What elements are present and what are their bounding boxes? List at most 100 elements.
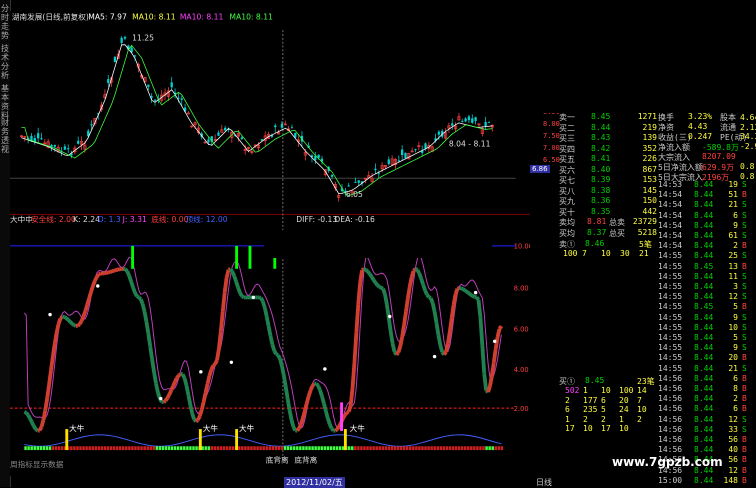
trend-band-segment [324,403,326,410]
tick-price: 8.44 [694,374,713,383]
signal-cell [214,446,216,450]
signal-cell [418,446,420,450]
trend-band-segment [288,399,290,410]
candle-body [354,182,356,183]
high-label: 11.25 [132,34,154,43]
tick-row[interactable]: 14:558.449S [658,343,682,352]
tick-volume: 6 [716,404,738,413]
tab-financial[interactable]: 财务透视 [0,118,10,154]
tick-row[interactable]: 14:568.4412S [658,415,682,424]
tick-price: 8.44 [694,200,713,209]
trend-band-segment [99,274,101,275]
tick-row[interactable]: 14:568.4433S [658,425,682,434]
signal-dot [96,284,99,287]
tick-price: 8.44 [694,425,713,434]
tick-row[interactable]: 14:548.4421S [658,200,682,209]
tick-row[interactable]: 14:558.443S [658,282,682,291]
tick-row[interactable]: 14:558.4421S [658,364,682,373]
watermark-text: www.7gpzb.com [612,455,723,469]
tick-row[interactable]: 14:558.449S [658,313,682,322]
signal-cell [204,446,206,450]
trend-band-segment [312,384,314,386]
book-row: 买二8.44219 [559,123,575,134]
tick-price: 8.44 [694,292,713,301]
tick-list[interactable]: 14:538.4419S14:548.4451B14:548.4421S 14:5… [656,180,756,487]
total-label: 买均 [559,229,575,238]
buy1-price: 8.45 [585,376,604,385]
stat-label: 5日净流入额 [658,163,703,172]
trend-band-segment [450,318,452,332]
tick-row[interactable]: 14:568.446B [658,374,682,383]
tick-row[interactable]: 15:008.44148B [658,476,682,485]
tick-row[interactable]: 14:558.445S [658,333,682,342]
signal-cell [122,446,124,450]
tick-volume: 5 [716,333,738,342]
stat-label: 净流入额 [658,143,690,152]
trend-band-segment [78,324,80,326]
tick-side: B [742,445,747,454]
tick-row[interactable]: 14:548.442B [658,241,682,250]
signal-cell [208,446,210,450]
candle-body [468,116,470,120]
tick-row[interactable]: 14:568.446B [658,404,682,413]
trend-band-segment [354,333,356,363]
trend-band-segment [494,349,496,363]
candle-body [114,57,116,62]
signal-cell [52,446,54,450]
detail-vol: 502 [565,386,579,395]
trend-band-segment [47,384,49,398]
stat-label: 换手 [658,113,674,122]
trend-band-segment [416,269,418,270]
tab-basic-info[interactable]: 基本资料 [0,84,10,120]
stat-value: 3.23% [688,112,712,121]
signal-cell [49,446,51,450]
tick-row[interactable]: 14:568.4440B [658,445,682,454]
tick-row[interactable]: 14:558.4425S [658,251,682,260]
tab-intraday[interactable]: 分时走势 [0,4,10,40]
safe-line-label: 安全线: 2.00 [31,214,76,224]
signal-cell [330,446,332,450]
book-level-label: 买五 [559,155,575,164]
bottom-tab-label[interactable]: 周指标显示数据 [10,459,64,469]
tab-technical[interactable]: 技术分析 [0,44,10,80]
trend-band-segment [53,343,55,356]
signal-cell [336,446,338,450]
book-row: 买四8.42352 [559,144,575,155]
signal-cell [403,446,405,450]
trend-band-segment [74,325,76,326]
trend-band-segment [173,382,175,386]
signal-cell [171,446,173,450]
tick-row[interactable]: 14:558.4513B [658,262,682,271]
tick-row[interactable]: 14:558.4411S [658,272,682,281]
tick-row[interactable]: 14:558.4412S [658,292,682,301]
trend-band-segment [345,413,347,415]
tick-row[interactable]: 14:548.446S [658,211,682,220]
signal-cell [495,446,497,450]
bull-label: 大牛 [69,423,85,433]
trend-band-segment [444,352,446,355]
tick-row[interactable]: 14:568.448B [658,384,682,393]
signal-cell [241,446,243,450]
tick-time: 14:53 [658,180,682,189]
tick-price: 8.44 [694,404,713,413]
tick-time: 14:54 [658,221,682,230]
tab-daily[interactable]: 日线 [536,477,552,488]
signal-cell [119,446,121,450]
tick-row[interactable]: 14:568.442B [658,394,682,403]
tick-row[interactable]: 14:548.449S [658,221,682,230]
signal-cell [470,446,472,450]
tick-row[interactable]: 14:568.4456B [658,435,682,444]
tick-row[interactable]: 14:548.4451B [658,190,682,199]
trend-band-segment [431,298,433,303]
tick-row[interactable]: 14:548.4461S [658,231,682,240]
candle-body [77,141,79,144]
tick-row[interactable]: 14:558.4410S [658,323,682,332]
tick-row[interactable]: 14:558.4420B [658,353,682,362]
tick-row[interactable]: 14:558.455B [658,302,682,311]
signal-cell [385,446,387,450]
trend-band-segment [356,305,358,333]
tick-volume: 8 [716,384,738,393]
tick-row[interactable]: 14:538.4419S [658,180,682,189]
book-row: 买五8.41226 [559,154,575,165]
trend-band-segment [404,312,406,325]
